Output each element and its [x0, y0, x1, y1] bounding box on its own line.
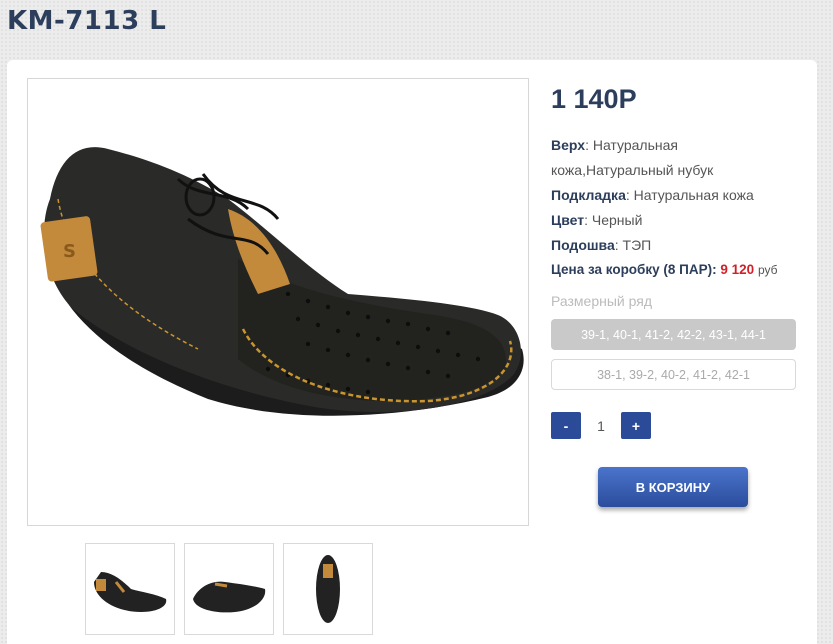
spec-sole: Подошва: ТЭП [551, 233, 799, 258]
spec-color-value: : Черный [584, 212, 643, 228]
box-price-label: Цена за коробку (8 ПАР): [551, 262, 717, 277]
spec-sole-value: : ТЭП [614, 237, 652, 253]
product-card: S 1 140Р Верх: Натуральная кожа,Натураль… [7, 60, 817, 644]
box-price-currency: руб [757, 263, 778, 277]
spec-lining-value: : Натуральная кожа [625, 187, 754, 203]
quantity-decrease-button[interactable]: - [551, 412, 581, 439]
spec-upper: Верх: Натуральная кожа,Натуральный нубук [551, 133, 799, 183]
spec-color-label: Цвет [551, 212, 585, 228]
product-main-image[interactable]: S [27, 78, 529, 526]
thumbnail-3[interactable] [283, 543, 373, 635]
product-price: 1 140Р [551, 84, 637, 114]
spec-color: Цвет: Черный [551, 208, 799, 233]
thumbnail-strip [85, 543, 373, 635]
shoe-thumb-image [94, 572, 167, 612]
quantity-stepper: - + [551, 412, 799, 439]
shoe-thumb-image [316, 555, 340, 623]
box-price-amount: 9 120 [720, 262, 755, 277]
svg-text:S: S [63, 241, 76, 262]
thumbnail-2[interactable] [184, 543, 274, 635]
spec-upper-label: Верх [551, 137, 586, 153]
box-price: Цена за коробку (8 ПАР): 9 120 руб [551, 262, 799, 277]
spec-lining: Подкладка: Натуральная кожа [551, 183, 799, 208]
product-info: 1 140Р Верх: Натуральная кожа,Натуральны… [551, 84, 799, 507]
add-to-cart-button[interactable]: В КОРЗИНУ [598, 467, 748, 507]
spec-lining-label: Подкладка [551, 187, 626, 203]
quantity-input[interactable] [581, 412, 621, 439]
quantity-increase-button[interactable]: + [621, 412, 651, 439]
thumbnail-1[interactable] [85, 543, 175, 635]
size-range-label: Размерный ряд [551, 293, 653, 309]
size-option[interactable]: 38-1, 39-2, 40-2, 41-2, 42-1 [551, 359, 796, 390]
shoe-thumb-image [193, 581, 266, 613]
page-title: KM-7113 L [7, 6, 167, 36]
spec-sole-label: Подошва [551, 237, 615, 253]
shoe-image: S [40, 147, 524, 416]
size-option-selected[interactable]: 39-1, 40-1, 41-2, 42-2, 43-1, 44-1 [551, 319, 796, 350]
